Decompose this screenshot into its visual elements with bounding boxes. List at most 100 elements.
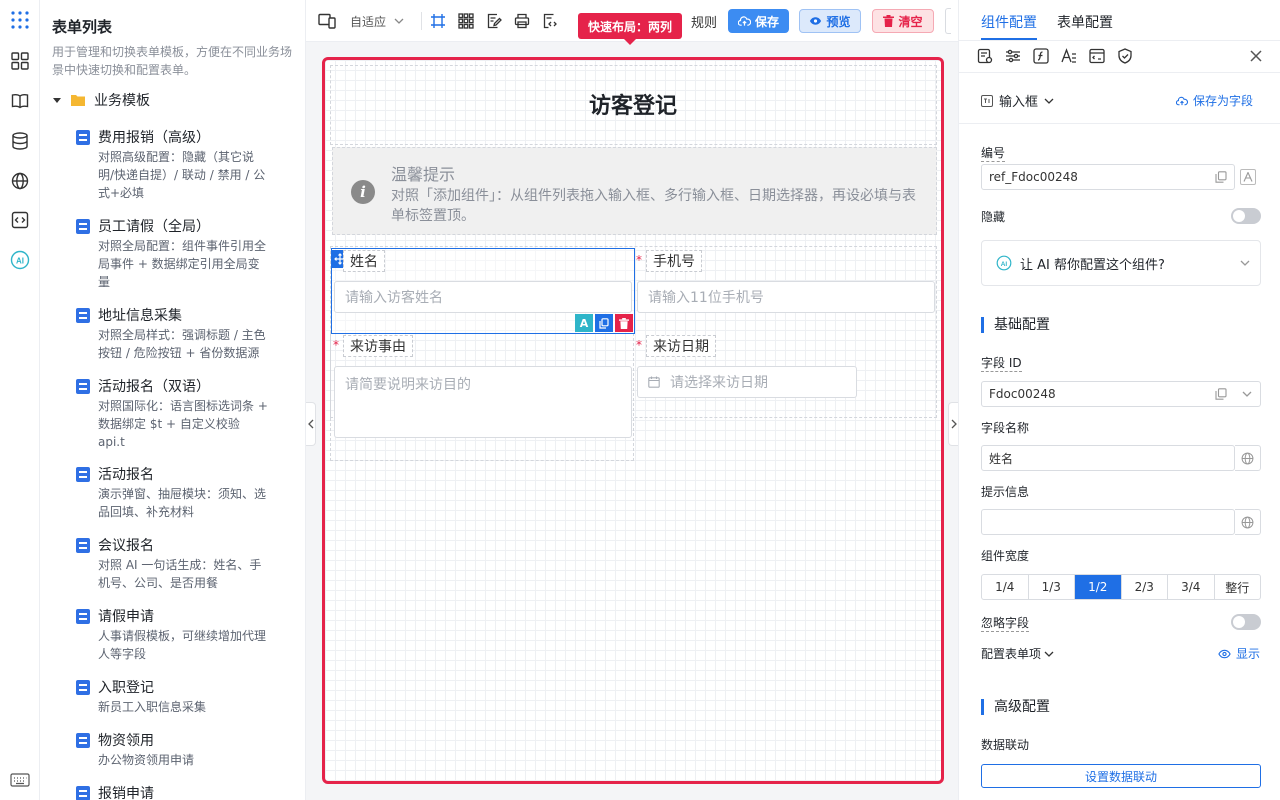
notice-alert[interactable]: i 温馨提示 对照「添加组件」：从组件列表拖入输入框、多行输入框、日期选择器，再… (332, 147, 937, 235)
code-icon[interactable] (9, 209, 31, 231)
hidden-toggle[interactable] (1231, 208, 1261, 224)
form-settings-icon[interactable] (977, 48, 993, 64)
translate-globe-icon[interactable] (1235, 445, 1261, 471)
edit-doc-icon[interactable] (486, 12, 502, 30)
tab-component-config[interactable]: 组件配置 (981, 12, 1037, 32)
item-name: 员工请假（全局） (98, 219, 210, 235)
keyboard-icon[interactable] (9, 769, 31, 791)
width-option[interactable]: 1/3 (1029, 575, 1075, 599)
item-name: 地址信息采集 (98, 308, 182, 324)
copy-icon[interactable] (1215, 388, 1227, 400)
width-option-selected[interactable]: 1/2 (1075, 575, 1122, 599)
ignore-field-toggle[interactable] (1231, 614, 1261, 630)
document-icon (76, 308, 90, 323)
calendar-icon (648, 376, 660, 388)
name-label[interactable]: 姓名 (343, 250, 385, 272)
font-a-icon[interactable] (1240, 169, 1256, 185)
width-option[interactable]: 整行 (1215, 575, 1261, 599)
required-mark: * (333, 338, 339, 352)
delete-icon[interactable] (615, 314, 633, 332)
sliders-icon[interactable] (1005, 48, 1021, 64)
component-type-select[interactable]: 输入框 (981, 91, 1054, 110)
save-as-field-label: 保存为字段 (1193, 94, 1254, 108)
adaptive-label: 自适应 (350, 14, 387, 29)
width-option[interactable]: 1/4 (982, 575, 1029, 599)
left-rail: AI (0, 0, 40, 800)
save-as-field-link[interactable]: 保存为字段 (1176, 92, 1253, 109)
ai-assistant-icon[interactable]: AI (9, 249, 31, 271)
tab-divider (959, 40, 1280, 41)
code-doc-icon[interactable] (542, 12, 558, 30)
template-group[interactable]: 业务模板 (52, 90, 150, 110)
field-name-input[interactable]: 姓名 (981, 445, 1235, 471)
reason-textarea[interactable]: 请简要说明来访目的 (334, 366, 632, 438)
close-icon[interactable] (1250, 50, 1262, 62)
required-mark: * (636, 338, 642, 352)
document-icon (76, 538, 90, 553)
chevron-down-icon (1240, 260, 1250, 266)
show-label: 显示 (1236, 647, 1261, 661)
text-style-icon[interactable] (1061, 48, 1077, 64)
save-label: 保存 (754, 14, 779, 29)
chevron-down-icon (1044, 651, 1054, 657)
advanced-config-section: 高级配置 (981, 699, 1050, 715)
date-picker[interactable]: 请选择来访日期 (637, 366, 857, 398)
tab-form-config[interactable]: 表单配置 (1057, 12, 1113, 32)
config-items-dropdown[interactable]: 配置表单项 (981, 645, 1054, 662)
document-icon (76, 609, 90, 624)
form-sheet[interactable]: 访客登记 i 温馨提示 对照「添加组件」：从组件列表拖入输入框、多行输入框、日期… (322, 57, 944, 784)
window-code-icon[interactable] (1089, 48, 1105, 64)
chevron-down-icon[interactable] (1242, 391, 1252, 397)
chevron-right-icon (951, 419, 957, 429)
frame-select-icon[interactable] (430, 12, 446, 30)
copy-icon[interactable] (595, 314, 613, 332)
document-icon (76, 219, 90, 234)
ai-action-icon[interactable]: A (575, 314, 593, 332)
ai-config-prompt[interactable]: AI 让 AI 帮你配置这个组件? (981, 240, 1261, 286)
config-icon-bar (977, 48, 1133, 64)
translate-globe-icon[interactable] (1235, 509, 1261, 535)
apps-grid-icon[interactable] (9, 9, 31, 31)
database-icon[interactable] (9, 130, 31, 152)
set-data-linkage-button[interactable]: 设置数据联动 (981, 764, 1261, 788)
overflow-button[interactable] (945, 8, 951, 34)
components-icon[interactable] (9, 50, 31, 72)
rules-button[interactable]: 规则 (691, 12, 717, 31)
item-name: 费用报销（高级） (98, 130, 210, 146)
chevron-left-icon (307, 419, 313, 429)
form-title[interactable]: 访客登记 (325, 88, 941, 120)
function-icon[interactable] (1033, 48, 1049, 64)
grid-layout-icon[interactable] (458, 12, 474, 30)
item-name: 活动报名 (98, 467, 154, 483)
date-label[interactable]: 来访日期 (646, 335, 716, 357)
width-option[interactable]: 2/3 (1122, 575, 1168, 599)
adaptive-select[interactable]: 自适应 (350, 12, 404, 30)
book-icon[interactable] (9, 90, 31, 112)
caret-down-icon[interactable] (52, 95, 62, 105)
icon-bar-divider (959, 72, 1280, 73)
hint-input[interactable] (981, 509, 1235, 535)
item-desc: 对照国际化：语言图标选词条 + 数据绑定 $t + 自定义校验 api.t (98, 399, 268, 449)
preview-button[interactable]: 预览 (799, 9, 861, 33)
save-button[interactable]: 保存 (728, 9, 789, 33)
device-icon[interactable] (318, 12, 336, 30)
globe-icon[interactable] (9, 170, 31, 192)
copy-icon[interactable] (1215, 171, 1227, 183)
name-input[interactable]: 请输入访客姓名 (334, 281, 632, 313)
shield-check-icon[interactable] (1117, 48, 1133, 64)
clear-button[interactable]: 清空 (872, 9, 934, 33)
print-icon[interactable] (514, 12, 530, 30)
width-option[interactable]: 3/4 (1168, 575, 1215, 599)
section-divider (959, 123, 1280, 124)
phone-label[interactable]: 手机号 (646, 250, 702, 272)
phone-input[interactable]: 请输入11位手机号 (637, 281, 935, 313)
svg-text:AI: AI (1001, 261, 1008, 268)
collapse-right-toggle[interactable] (948, 402, 958, 446)
eye-icon (810, 17, 822, 25)
collapse-left-toggle[interactable] (306, 402, 316, 446)
show-toggle-link[interactable]: 显示 (1218, 645, 1260, 662)
toolbar-divider (421, 12, 422, 30)
item-name: 活动报名（双语） (98, 379, 210, 395)
reason-label[interactable]: 来访事由 (343, 335, 413, 357)
ref-input[interactable]: ref_Fdoc00248 (981, 164, 1235, 190)
